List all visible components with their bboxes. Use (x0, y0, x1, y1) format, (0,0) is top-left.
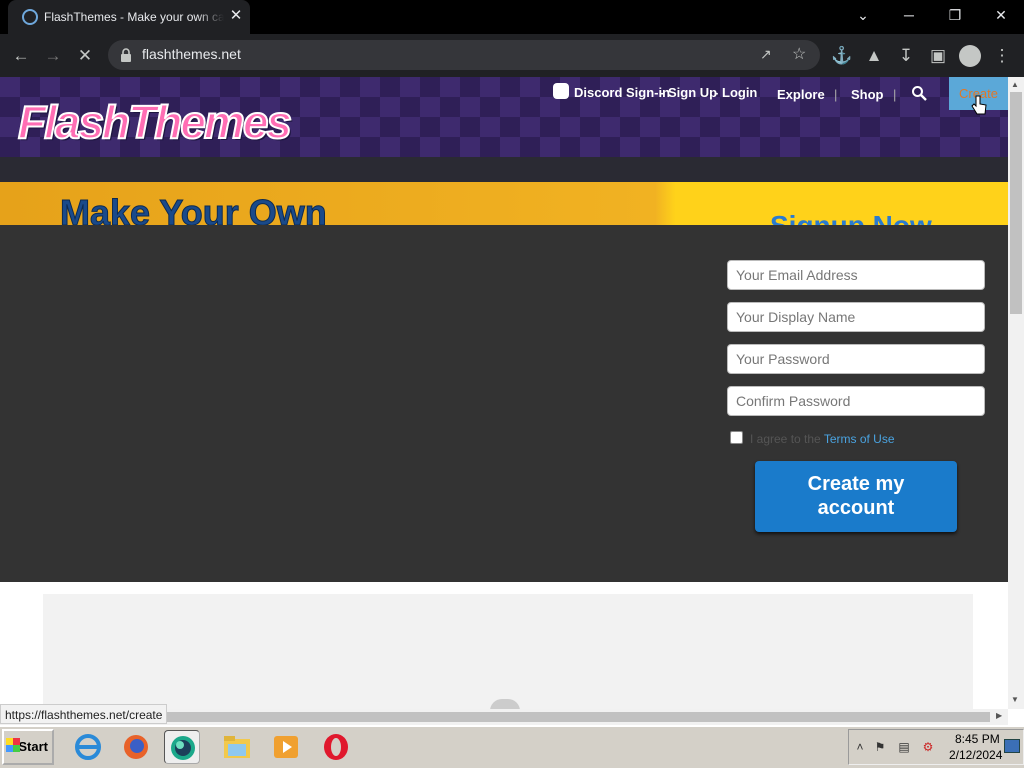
vertical-scrollbar-thumb[interactable] (1010, 92, 1022, 314)
header-strip (0, 157, 1008, 182)
create-account-label-line2: account (817, 497, 895, 519)
volume-muted-icon[interactable]: ⚙ (921, 740, 935, 754)
share-icon[interactable]: ↗ (760, 46, 772, 63)
hand-cursor-icon (971, 95, 987, 115)
discord-signin-link[interactable]: Discord Sign-in (574, 85, 670, 100)
browser-tab[interactable]: FlashThemes - Make your own cartoons ✕ (8, 0, 250, 34)
media-player-icon[interactable] (268, 730, 304, 764)
download-icon[interactable]: ↧ (894, 44, 918, 68)
terms-agree-text: I agree to the (750, 432, 821, 446)
email-field[interactable] (727, 260, 985, 290)
nav-separator: - (714, 85, 719, 100)
internet-explorer-icon[interactable] (70, 730, 106, 764)
stop-icon[interactable]: ✕ (73, 44, 97, 68)
restore-button[interactable]: ❐ (932, 0, 978, 30)
url-text: flashthemes.net (142, 46, 241, 62)
login-link[interactable]: Login (722, 85, 757, 100)
tab-search-chevron-icon[interactable]: ⌄ (840, 0, 886, 30)
show-hidden-icons-icon[interactable]: ˄ (853, 740, 867, 754)
create-account-button[interactable]: Create my account (755, 461, 957, 532)
close-window-button[interactable]: ✕ (978, 0, 1024, 30)
tab-close-icon[interactable]: ✕ (227, 6, 245, 26)
shop-link[interactable]: Shop (851, 87, 884, 102)
kebab-menu-icon[interactable]: ⋮ (990, 44, 1014, 68)
horizontal-scrollbar-thumb[interactable] (160, 712, 990, 722)
scroll-down-icon[interactable]: ▼ (1011, 695, 1019, 704)
terms-checkbox[interactable] (730, 431, 743, 444)
windows-logo-icon (6, 738, 20, 752)
file-explorer-icon[interactable] (219, 730, 255, 764)
back-arrow-icon[interactable]: ← (9, 44, 33, 68)
flask-icon[interactable]: ▲ (862, 44, 886, 68)
site-logo[interactable]: FlashThemes (17, 95, 293, 149)
scroll-up-icon[interactable]: ▲ (1011, 80, 1019, 89)
show-desktop-icon[interactable] (1004, 739, 1020, 753)
link-status-bubble: https://flashthemes.net/create (0, 704, 168, 724)
confirm-password-field[interactable] (727, 386, 985, 416)
nav-separator: | (834, 87, 838, 102)
terms-label: I agree to the Terms of Use (750, 432, 895, 446)
opera-icon[interactable] (318, 730, 354, 764)
firefox-icon[interactable] (118, 730, 154, 764)
scroll-right-icon[interactable]: ▶ (996, 711, 1002, 720)
address-bar[interactable]: flashthemes.net ↗ ☆ (108, 40, 820, 70)
profile-icon[interactable] (959, 45, 981, 67)
nav-separator: | (893, 87, 897, 102)
display-name-field[interactable] (727, 302, 985, 332)
lock-icon (121, 48, 131, 62)
puzzle-icon[interactable]: ⚓ (830, 44, 854, 68)
password-field[interactable] (727, 344, 985, 374)
terms-of-use-link[interactable]: Terms of Use (824, 432, 895, 446)
discord-icon (553, 83, 569, 99)
forward-arrow-icon[interactable]: → (41, 44, 65, 68)
network-icon[interactable]: ▤ (897, 740, 911, 754)
web-page: FlashThemes Discord Sign-in - Sign Up - … (0, 77, 1008, 709)
star-icon[interactable]: ☆ (792, 44, 806, 64)
content-card (43, 594, 973, 709)
tab-favicon-icon (22, 9, 38, 25)
tab-title: FlashThemes - Make your own cartoons (44, 10, 224, 24)
nav-separator: - (660, 85, 665, 100)
screen: FlashThemes - Make your own cartoons ✕ ⌄… (0, 0, 1024, 768)
browser-icon[interactable] (164, 730, 200, 764)
create-account-label-line1: Create my (807, 473, 905, 495)
action-center-flag-icon[interactable]: ⚑ (873, 740, 887, 754)
search-icon[interactable] (911, 85, 927, 101)
hero-banner: Make Your Own Signup Now (0, 182, 1008, 241)
sidepanel-icon[interactable]: ▣ (926, 44, 950, 68)
signup-link[interactable]: Sign Up (668, 85, 717, 100)
explore-link[interactable]: Explore (777, 87, 825, 102)
clock-date[interactable]: 2/12/2024 (949, 748, 1002, 762)
clock-time[interactable]: 8:45 PM (955, 732, 1000, 746)
minimize-button[interactable]: ─ (886, 0, 932, 30)
